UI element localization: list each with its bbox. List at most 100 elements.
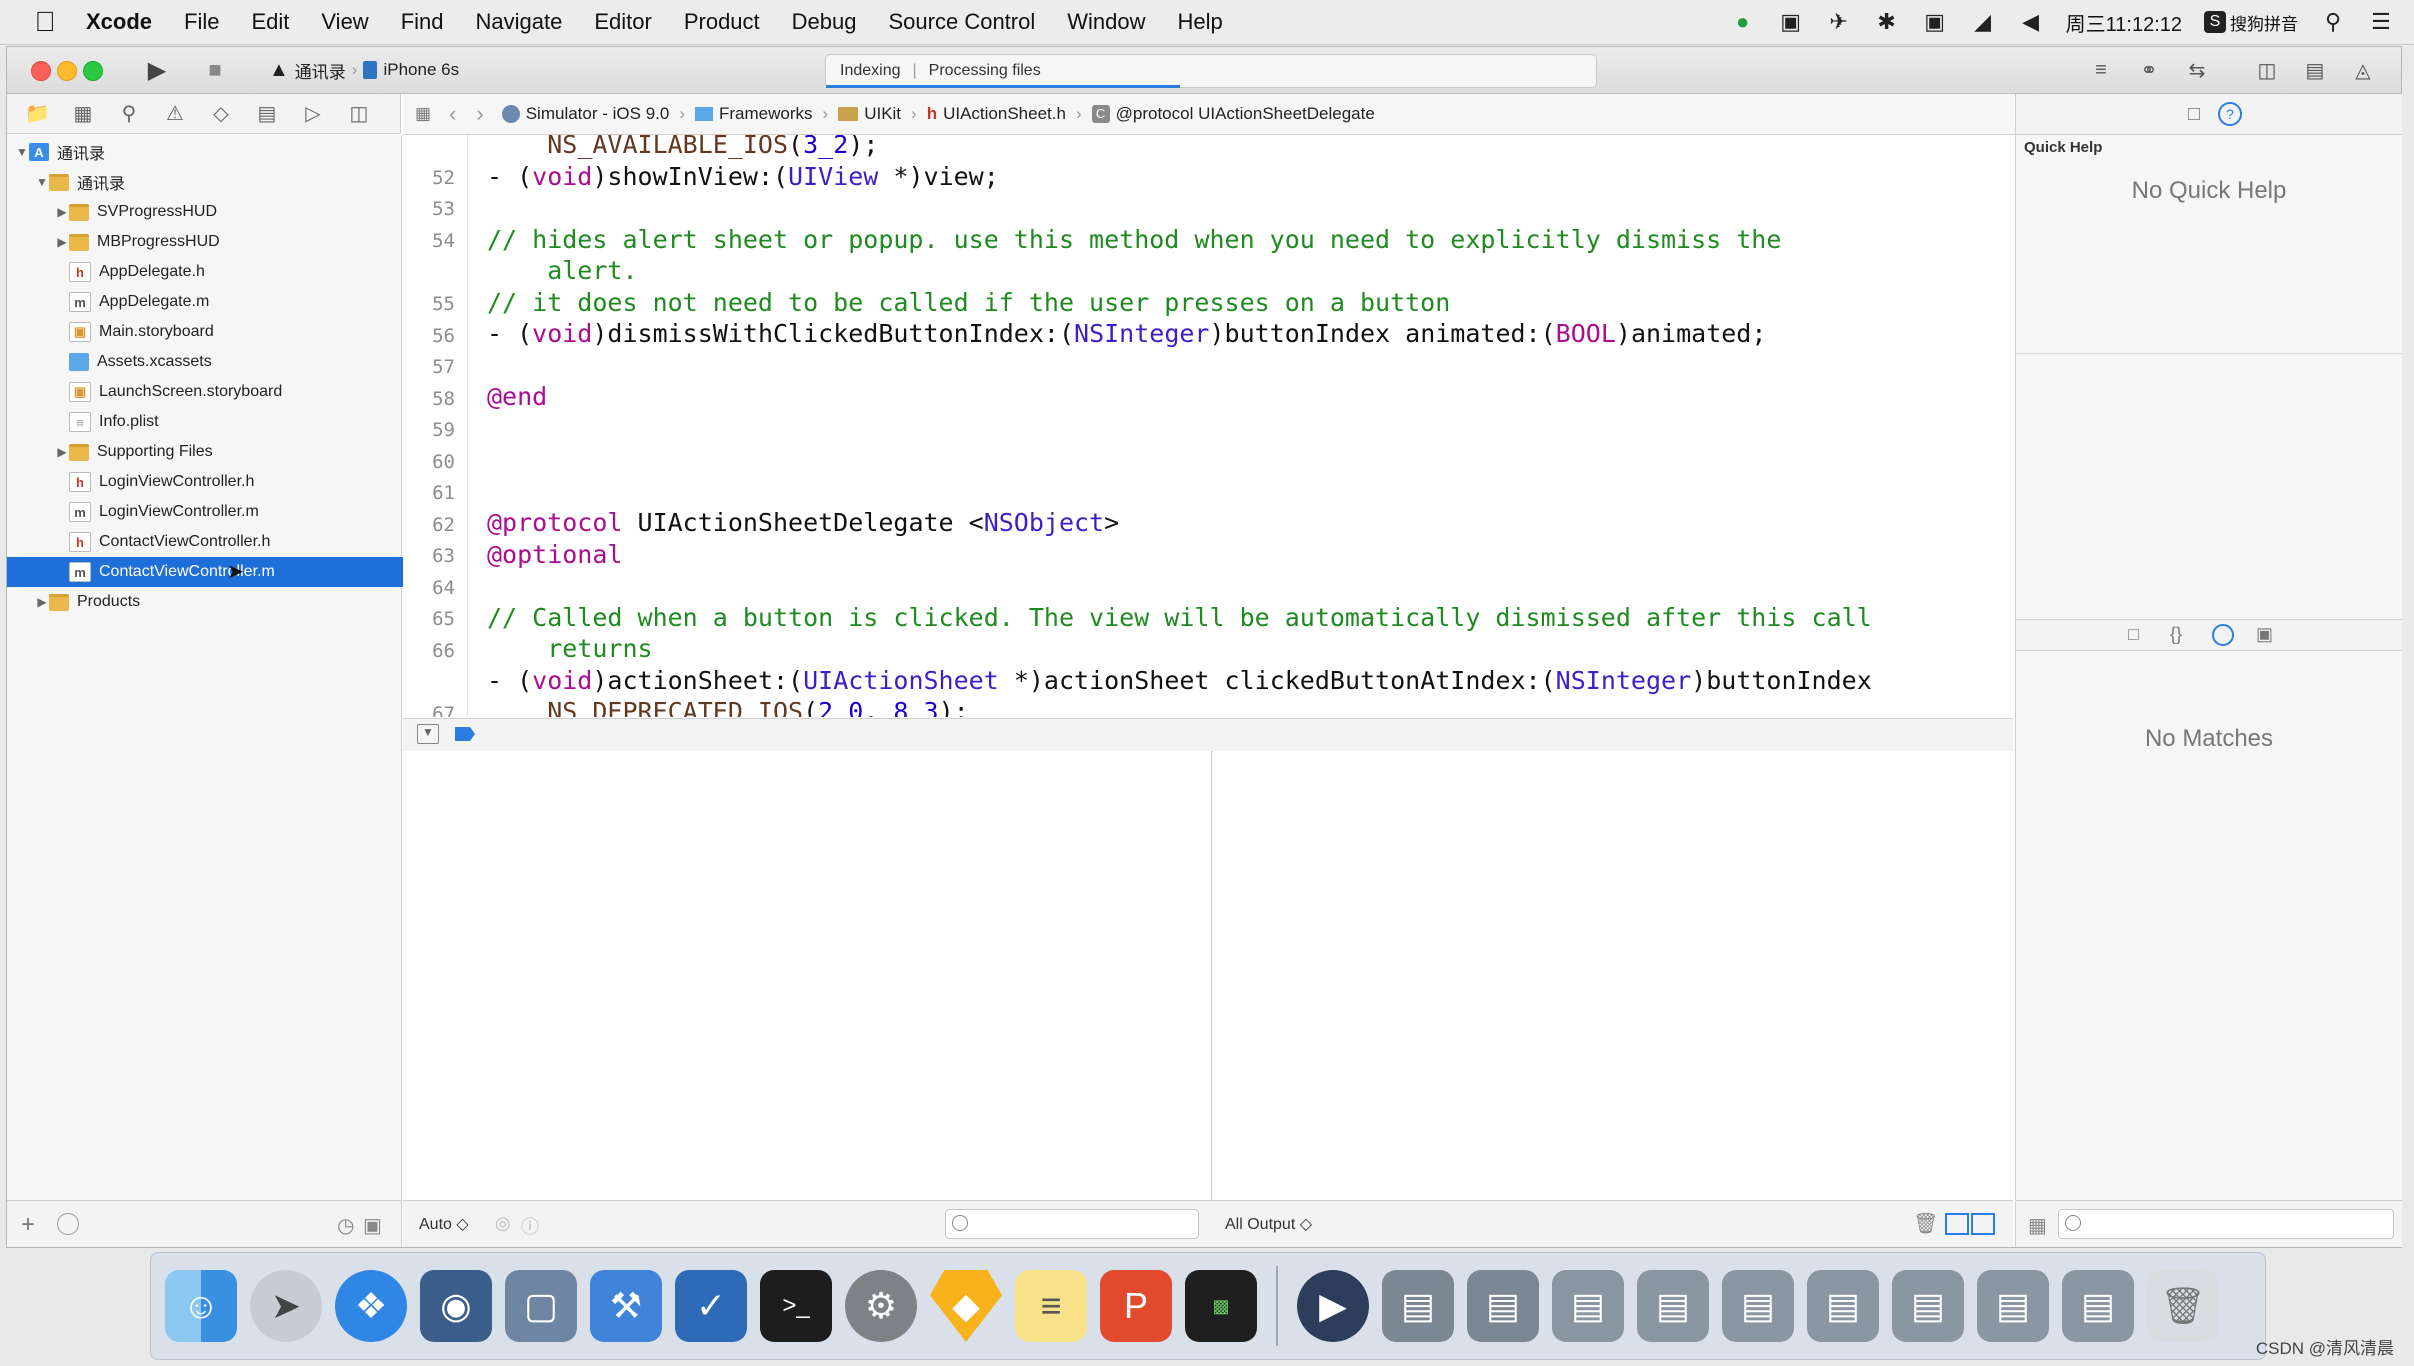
trash-icon[interactable]: 🗑 bbox=[1913, 1211, 1938, 1236]
filter-field-icon[interactable] bbox=[57, 1213, 79, 1235]
object-library-icon[interactable] bbox=[2212, 624, 2234, 646]
lock-icon[interactable]: ▣ bbox=[1922, 9, 1948, 35]
toggle-navigator-icon[interactable]: ◫ bbox=[2253, 56, 2281, 84]
media-library-icon[interactable]: ▣ bbox=[2256, 624, 2273, 645]
run-button[interactable]: ▶ bbox=[143, 56, 171, 84]
tree-item-project[interactable]: ▼ A 通讯录 bbox=[7, 137, 409, 167]
tree-item-file[interactable]: ≡ Info.plist bbox=[7, 407, 463, 437]
assistant-editor-icon[interactable]: ⚭ bbox=[2135, 56, 2163, 84]
variables-view[interactable] bbox=[403, 751, 1212, 1200]
code-line[interactable]: returns bbox=[487, 633, 652, 665]
tree-item-file[interactable]: h AppDelegate.h bbox=[7, 257, 463, 287]
code-line[interactable]: // it does not need to be called if the … bbox=[487, 287, 1450, 319]
terminal-icon[interactable]: >_ bbox=[760, 1270, 832, 1342]
menubar-clock[interactable]: 周三11:12:12 bbox=[2066, 8, 2182, 37]
report-navigator-icon[interactable]: ◫ bbox=[347, 101, 371, 126]
version-editor-icon[interactable]: ⇆ bbox=[2183, 56, 2211, 84]
find-navigator-icon[interactable]: ⚲ bbox=[117, 101, 141, 126]
disclosure-closed-icon[interactable]: ▶ bbox=[35, 595, 49, 609]
code-line[interactable]: - (void)showInView:(UIView *)view; bbox=[487, 161, 999, 193]
code-line[interactable]: NS_DEPRECATED_IOS(2_0, 8_3); bbox=[487, 696, 968, 717]
library-filter-field[interactable] bbox=[2058, 1209, 2394, 1239]
disclosure-open-icon[interactable]: ▼ bbox=[35, 175, 49, 189]
mouse-app-icon[interactable]: ◉ bbox=[420, 1270, 492, 1342]
finder-icon[interactable]: ☺ bbox=[165, 1270, 237, 1342]
disclosure-closed-icon[interactable]: ▶ bbox=[55, 445, 69, 459]
volume-icon[interactable]: ◀ bbox=[2018, 9, 2044, 35]
minimized-window-icon[interactable]: ▤ bbox=[1637, 1270, 1709, 1342]
symbol-navigator-icon[interactable]: ▦ bbox=[71, 101, 95, 126]
minimized-window-icon[interactable]: ▤ bbox=[1552, 1270, 1624, 1342]
file-template-library-icon[interactable]: □ bbox=[2128, 624, 2139, 645]
breakpoints-toggle-icon[interactable] bbox=[455, 727, 475, 741]
menu-window[interactable]: Window bbox=[1051, 9, 1161, 35]
related-items-icon[interactable]: ▦ bbox=[415, 104, 431, 124]
menu-help[interactable]: Help bbox=[1162, 9, 1239, 35]
info-icon[interactable]: ⓘ bbox=[521, 1213, 539, 1239]
menu-source-control[interactable]: Source Control bbox=[873, 9, 1052, 35]
toggle-debug-area-icon[interactable]: ▤ bbox=[2301, 56, 2329, 84]
code-line[interactable]: @optional bbox=[487, 539, 622, 571]
file-inspector-icon[interactable]: □ bbox=[2188, 103, 2200, 126]
safari-icon[interactable]: ❖ bbox=[335, 1270, 407, 1342]
hide-debug-area-icon[interactable]: ▼ bbox=[417, 724, 439, 744]
photo-app-icon[interactable]: ▢ bbox=[505, 1270, 577, 1342]
tree-item-group[interactable]: ▶ SVProgressHUD bbox=[7, 197, 449, 227]
menu-edit[interactable]: Edit bbox=[235, 9, 305, 35]
system-preferences-icon[interactable]: ⚙ bbox=[845, 1270, 917, 1342]
source-editor[interactable]: 52 53 54 55 56 57 58 59 60 61 62 63 64 6… bbox=[403, 135, 2013, 717]
input-method-icon[interactable]: S 搜狗拼音 bbox=[2204, 10, 2298, 35]
tree-item-file[interactable]: h LoginViewController.h bbox=[7, 467, 463, 497]
menu-navigate[interactable]: Navigate bbox=[460, 9, 579, 35]
tree-item-file[interactable]: Assets.xcassets bbox=[7, 347, 463, 377]
menu-editor[interactable]: Editor bbox=[578, 9, 667, 35]
menu-find[interactable]: Find bbox=[385, 9, 460, 35]
tree-item-file[interactable]: ▣ Main.storyboard bbox=[7, 317, 463, 347]
minimized-window-icon[interactable]: ▤ bbox=[1467, 1270, 1539, 1342]
notes-icon[interactable]: ≡ bbox=[1015, 1270, 1087, 1342]
launchpad-icon[interactable]: ➤ bbox=[250, 1270, 322, 1342]
airplane-icon[interactable]: ✈ bbox=[1826, 9, 1852, 35]
tree-item-group[interactable]: ▶ MBProgressHUD bbox=[7, 227, 449, 257]
tree-item-group[interactable]: ▶ Supporting Files bbox=[7, 437, 449, 467]
standard-editor-icon[interactable]: ≡ bbox=[2087, 56, 2115, 84]
menu-debug[interactable]: Debug bbox=[776, 9, 873, 35]
minimize-window-button[interactable] bbox=[57, 61, 77, 81]
disclosure-closed-icon[interactable]: ▶ bbox=[55, 235, 69, 249]
minimized-window-icon[interactable]: ▤ bbox=[2062, 1270, 2134, 1342]
bluetooth-icon[interactable]: ✱ bbox=[1874, 9, 1900, 35]
forward-icon[interactable]: › bbox=[476, 101, 483, 127]
split-view-right-icon[interactable] bbox=[1971, 1213, 1995, 1235]
toggle-utilities-icon[interactable]: ◬ bbox=[2349, 56, 2377, 84]
menu-product[interactable]: Product bbox=[668, 9, 776, 35]
menu-view[interactable]: View bbox=[305, 9, 384, 35]
modified-files-icon[interactable]: ▣ bbox=[363, 1213, 382, 1238]
apple-menu-icon[interactable]:  bbox=[30, 7, 60, 37]
code-line[interactable]: - (void)dismissWithClickedButtonIndex:(N… bbox=[487, 318, 1766, 350]
minimized-window-icon[interactable]: ▤ bbox=[1892, 1270, 1964, 1342]
breadcrumb-file[interactable]: h UIActionSheet.h bbox=[927, 104, 1066, 124]
close-window-button[interactable] bbox=[31, 61, 51, 81]
screen-record-icon[interactable]: ▣ bbox=[1778, 9, 1804, 35]
console-output[interactable] bbox=[1213, 751, 2013, 1200]
minimized-window-icon[interactable]: ▤ bbox=[1722, 1270, 1794, 1342]
split-view-left-icon[interactable] bbox=[1945, 1213, 1969, 1235]
breadcrumb-uikit[interactable]: UIKit bbox=[838, 104, 901, 124]
variables-filter-field[interactable] bbox=[945, 1209, 1199, 1239]
output-scope-select[interactable]: All Output ◇ bbox=[1225, 1214, 1312, 1234]
minimized-window-icon[interactable]: ▤ bbox=[1807, 1270, 1879, 1342]
breadcrumb-symbol[interactable]: C @protocol UIActionSheetDelegate bbox=[1091, 104, 1375, 124]
issue-navigator-icon[interactable]: ⚠ bbox=[163, 101, 187, 126]
minimized-window-icon[interactable]: ▤ bbox=[1977, 1270, 2049, 1342]
wifi-icon[interactable]: ◢ bbox=[1970, 9, 1996, 35]
sketch-icon[interactable]: ◆ bbox=[930, 1270, 1002, 1342]
notification-center-icon[interactable]: ☰ bbox=[2368, 9, 2394, 35]
tree-item-group[interactable]: ▶ Products bbox=[7, 587, 429, 617]
code-line[interactable]: alert. bbox=[487, 255, 637, 287]
tree-item-file[interactable]: h ContactViewController.h bbox=[7, 527, 463, 557]
back-icon[interactable]: ‹ bbox=[449, 101, 456, 127]
console-app-icon[interactable]: ▩ bbox=[1185, 1270, 1257, 1342]
paw-app-icon[interactable]: P bbox=[1100, 1270, 1172, 1342]
zoom-window-button[interactable] bbox=[83, 61, 103, 81]
debug-navigator-icon[interactable]: ▤ bbox=[255, 101, 279, 126]
